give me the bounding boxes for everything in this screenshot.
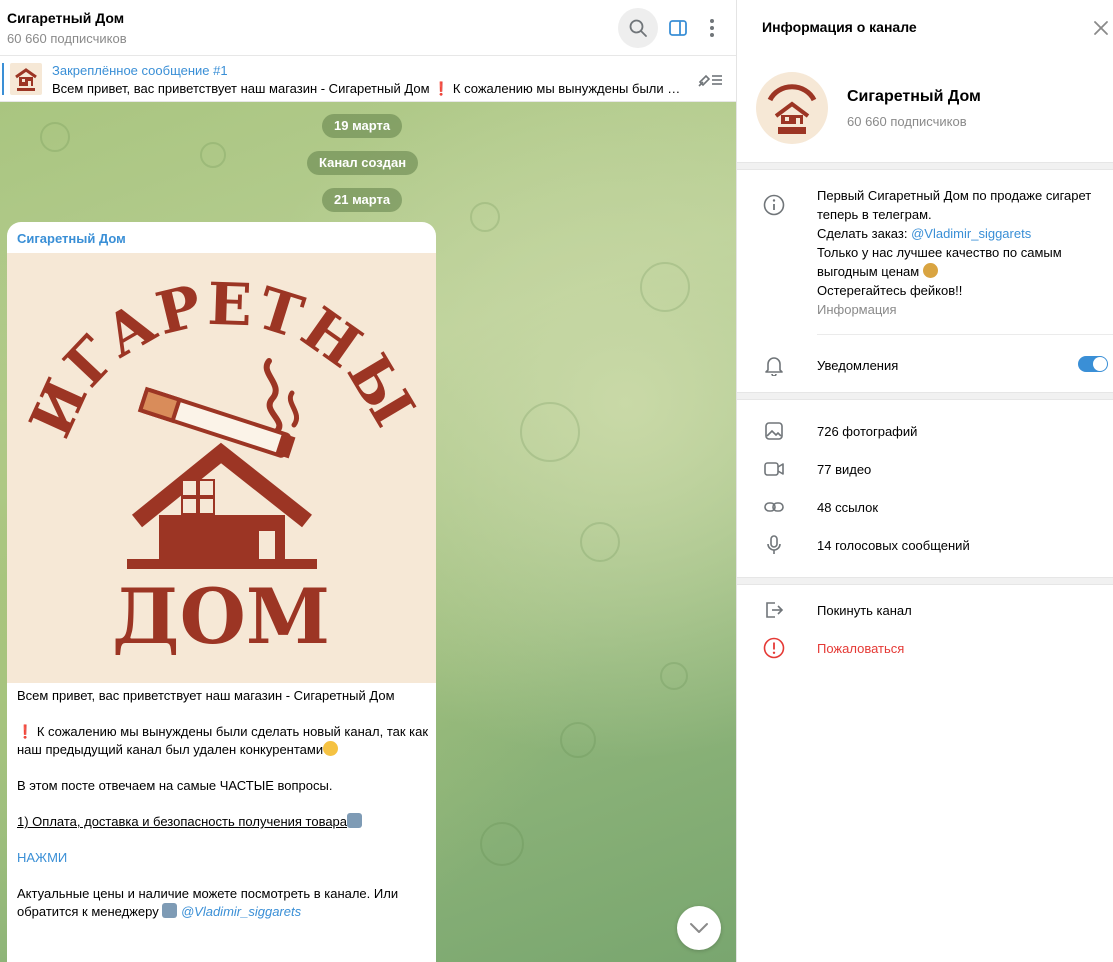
channel-post: Сигаретный Дом СИГАРЕТНЫЙ bbox=[7, 222, 436, 962]
channel-name: Сигаретный Дом bbox=[847, 88, 981, 105]
order-contact-link[interactable]: @Vladimir_siggarets bbox=[911, 226, 1031, 241]
channel-avatar[interactable] bbox=[756, 72, 828, 144]
chat-header: Сигаретный Дом 60 660 подписчиков bbox=[0, 0, 736, 56]
down-arrow-emoji-icon bbox=[347, 813, 363, 828]
divider bbox=[817, 334, 1113, 335]
post-link[interactable]: НАЖМИ bbox=[17, 849, 429, 867]
pinned-message-bar[interactable]: Закреплённое сообщение #1 Всем привет, в… bbox=[0, 56, 736, 102]
pinned-thumbnail bbox=[10, 63, 42, 95]
channel-created-notice: Канал создан bbox=[307, 151, 419, 175]
channel-info-panel: Информация о канале Сигаретный Дом 60 66… bbox=[736, 0, 1113, 962]
section-divider bbox=[737, 162, 1113, 170]
notifications-label: Уведомления bbox=[817, 358, 899, 373]
report-label: Пожаловаться bbox=[817, 641, 905, 656]
report-row[interactable] bbox=[737, 629, 1113, 667]
videos-count: 77 видео bbox=[817, 462, 872, 477]
scroll-to-bottom-button[interactable] bbox=[677, 906, 721, 950]
more-vertical-icon bbox=[710, 19, 714, 37]
channel-description: Первый Сигаретный Дом по продаже сигарет… bbox=[817, 188, 1092, 298]
exclamation-emoji-icon: ❗ bbox=[17, 724, 37, 739]
date-divider: 21 марта bbox=[322, 188, 403, 212]
chat-area: Сигаретный Дом 60 660 подписчиков Закреп… bbox=[0, 0, 736, 962]
post-text: Всем привет, вас приветствует наш магази… bbox=[17, 687, 429, 921]
pinned-title: Закреплённое сообщение #1 bbox=[52, 63, 228, 78]
warning-icon bbox=[763, 637, 785, 659]
sad-face-emoji-icon bbox=[323, 741, 339, 756]
description-caption: Информация bbox=[817, 302, 897, 317]
chevron-down-icon bbox=[690, 923, 708, 933]
pinned-text: Всем привет, вас приветствует наш магази… bbox=[52, 81, 682, 96]
pinned-indicator bbox=[2, 63, 4, 95]
post-paragraph: 1) Оплата, доставка и безопасность получ… bbox=[17, 813, 429, 831]
pin-list-icon bbox=[698, 74, 722, 87]
close-info-button[interactable] bbox=[1089, 16, 1113, 40]
chat-title[interactable]: Сигаретный Дом bbox=[7, 10, 124, 26]
money-bag-emoji-icon bbox=[922, 263, 938, 278]
section-divider bbox=[737, 577, 1113, 585]
leave-icon bbox=[766, 602, 784, 618]
channel-logo-icon bbox=[767, 84, 817, 134]
post-paragraph: Всем привет, вас приветствует наш магази… bbox=[17, 688, 395, 703]
search-button[interactable] bbox=[618, 8, 658, 48]
manager-mention-link[interactable]: @Vladimir_siggarets bbox=[181, 904, 301, 919]
videos-row[interactable] bbox=[737, 450, 1113, 488]
section-divider bbox=[737, 392, 1113, 400]
photos-row[interactable] bbox=[737, 412, 1113, 450]
close-icon bbox=[1094, 21, 1108, 35]
links-row[interactable] bbox=[737, 488, 1113, 526]
leave-channel-label: Покинуть канал bbox=[817, 603, 912, 618]
date-divider: 19 марта bbox=[322, 114, 403, 138]
channel-subscriber-count: 60 660 подписчиков bbox=[847, 114, 967, 129]
voice-messages-count: 14 голосовых сообщений bbox=[817, 538, 970, 553]
notifications-row[interactable] bbox=[737, 346, 1113, 384]
more-options-button[interactable] bbox=[692, 8, 732, 48]
post-image[interactable]: СИГАРЕТНЫЙ ДОМ bbox=[7, 222, 436, 683]
leave-channel-row[interactable] bbox=[737, 591, 1113, 629]
microphone-icon bbox=[767, 535, 781, 554]
notifications-toggle[interactable] bbox=[1078, 356, 1108, 372]
post-paragraph: Актуальные цены и наличие можете посмотр… bbox=[17, 886, 399, 919]
info-icon bbox=[763, 194, 785, 216]
chat-subscriber-count: 60 660 подписчиков bbox=[7, 31, 127, 46]
right-arrow-emoji-icon bbox=[162, 903, 178, 918]
photos-count: 726 фотографий bbox=[817, 424, 918, 439]
logo-text-bottom: ДОМ bbox=[112, 572, 330, 661]
post-paragraph: ❗ К сожалению мы вынуждены были сделать … bbox=[17, 724, 429, 757]
links-count: 48 ссылок bbox=[817, 500, 879, 515]
search-icon bbox=[629, 19, 647, 37]
link-icon bbox=[764, 502, 784, 512]
bell-icon bbox=[765, 357, 783, 376]
pinned-list-button[interactable] bbox=[696, 68, 724, 90]
post-author[interactable]: Сигаретный Дом bbox=[17, 231, 126, 246]
info-panel-title: Информация о канале bbox=[762, 19, 917, 35]
post-paragraph: В этом посте отвечаем на самые ЧАСТЫЕ во… bbox=[17, 778, 333, 793]
video-icon bbox=[764, 462, 784, 476]
cigarette-house-logo: СИГАРЕТНЫЙ ДОМ bbox=[7, 222, 427, 661]
sidebar-panel-icon bbox=[669, 20, 687, 36]
photo-icon bbox=[765, 422, 783, 440]
